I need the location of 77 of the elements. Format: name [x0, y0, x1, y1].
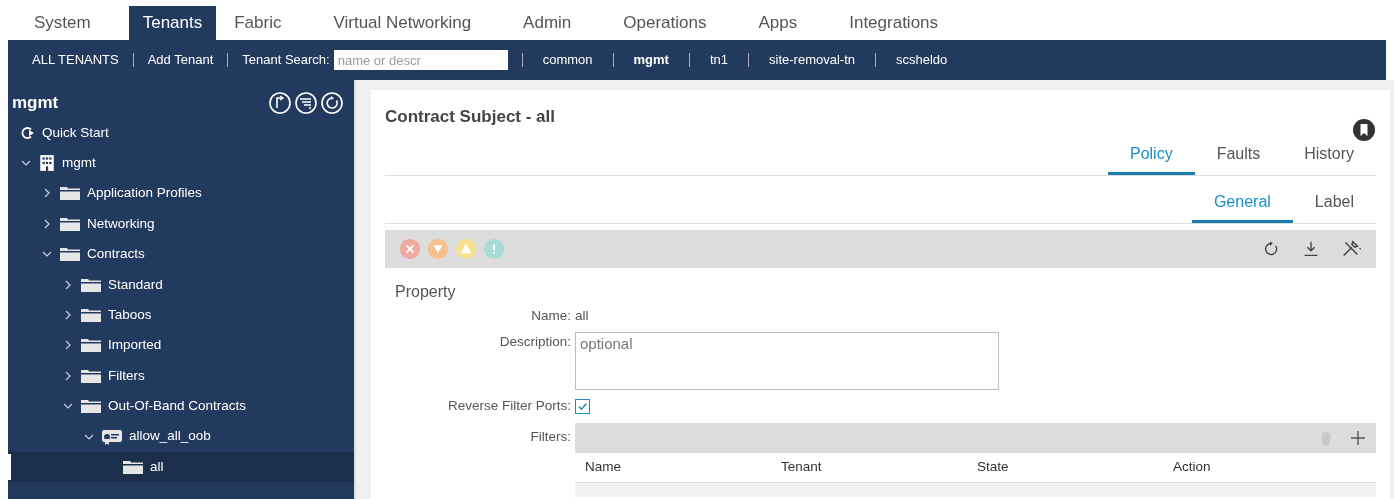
tab[interactable]: History: [1282, 142, 1376, 175]
tree-label: Taboos: [108, 305, 152, 324]
tree-label: Quick Start: [42, 123, 109, 142]
folder-icon: [80, 276, 102, 293]
tree-item[interactable]: Filters: [8, 360, 354, 391]
nav-tab[interactable]: Admin: [509, 6, 586, 40]
tree-label: Imported: [108, 336, 162, 355]
bookmark-icon[interactable]: [1352, 118, 1376, 142]
nav-tab[interactable]: Integrations: [835, 6, 953, 40]
add-icon[interactable]: [1350, 429, 1366, 446]
checkbox[interactable]: [575, 398, 590, 414]
tree-label: all: [150, 457, 164, 476]
tree-item[interactable]: mgmt: [8, 147, 354, 179]
tree-item[interactable]: Networking: [8, 208, 354, 240]
tree-item[interactable]: Taboos: [8, 299, 354, 331]
tab[interactable]: Label: [1292, 190, 1376, 223]
nav-tab[interactable]: Apps: [744, 6, 812, 40]
field-value: all: [575, 307, 590, 325]
start-icon: [20, 124, 36, 141]
tree-item[interactable]: allow_all_oob: [8, 421, 354, 452]
column-header[interactable]: Action: [1173, 456, 1366, 478]
field-label: Filters:: [529, 427, 571, 446]
folder-icon: [59, 246, 81, 263]
folder-icon: [80, 367, 102, 384]
column-header[interactable]: Tenant: [781, 456, 977, 478]
folder-icon: [80, 307, 102, 324]
nav-tab[interactable]: System: [20, 6, 105, 40]
panel-title: Contract Subject - all: [385, 106, 556, 128]
tab[interactable]: General: [1191, 190, 1293, 223]
tree-item[interactable]: Out-Of-Band Contracts: [8, 391, 354, 422]
tree-label: Contracts: [87, 245, 145, 264]
nav-tab[interactable]: Operations: [609, 6, 721, 40]
field-label: Name:: [530, 307, 571, 325]
tree-item[interactable]: Application Profiles: [8, 178, 354, 209]
certificate-icon: [101, 427, 123, 446]
tab[interactable]: Policy: [1107, 142, 1195, 175]
folder-icon: [122, 459, 144, 475]
check-icon: [577, 400, 588, 412]
refresh-icon[interactable]: [320, 90, 344, 115]
tree-label: Filters: [108, 366, 145, 385]
folder-icon: [80, 398, 102, 415]
tenant-link[interactable]: site-removal-tn: [763, 50, 861, 70]
tree-item[interactable]: Quick Start: [8, 117, 354, 148]
tenant-search-field[interactable]: name or descr: [333, 50, 508, 70]
column-header[interactable]: State: [977, 456, 1173, 478]
nav-tab[interactable]: Fabric: [220, 6, 296, 40]
tab[interactable]: Faults: [1194, 142, 1283, 175]
tenant-link[interactable]: scsheldo: [890, 50, 954, 70]
sidebar-title: mgmt: [12, 92, 59, 114]
tree-item[interactable]: Contracts: [8, 239, 354, 270]
tenant-link[interactable]: common: [536, 50, 599, 70]
section-title: Property: [395, 282, 457, 302]
description-field[interactable]: optional: [575, 332, 999, 391]
folder-icon: [80, 337, 102, 354]
tree-label: allow_all_oob: [129, 427, 211, 446]
nav-tab[interactable]: Virtual Networking: [319, 6, 486, 40]
tree-label: Networking: [87, 214, 155, 233]
folder-icon: [59, 185, 81, 202]
tree-item[interactable]: all: [8, 451, 354, 483]
tenant-bar-link[interactable]: Add Tenant: [147, 50, 214, 70]
tree-item[interactable]: Imported: [8, 330, 354, 361]
tree-item[interactable]: Standard: [8, 269, 354, 300]
tenant-bar-link[interactable]: ALL TENANTS: [32, 50, 119, 70]
tree-label: mgmt: [62, 153, 96, 172]
tenant-link[interactable]: tn1: [703, 50, 735, 70]
field-label: Reverse Filter Ports:: [446, 397, 571, 416]
column-header[interactable]: Name: [585, 456, 781, 478]
search-label: Tenant Search:: [242, 51, 330, 70]
list-icon[interactable]: [294, 90, 318, 115]
tenant-link[interactable]: mgmt: [627, 50, 675, 70]
tree-label: Standard: [108, 275, 163, 294]
tree-label: Out-Of-Band Contracts: [108, 397, 247, 416]
folder-icon: [59, 215, 81, 232]
nav-tab[interactable]: Tenants: [128, 6, 217, 40]
field-label: Description:: [498, 333, 571, 352]
tree-label: Application Profiles: [87, 184, 202, 203]
building-icon: [38, 154, 56, 173]
